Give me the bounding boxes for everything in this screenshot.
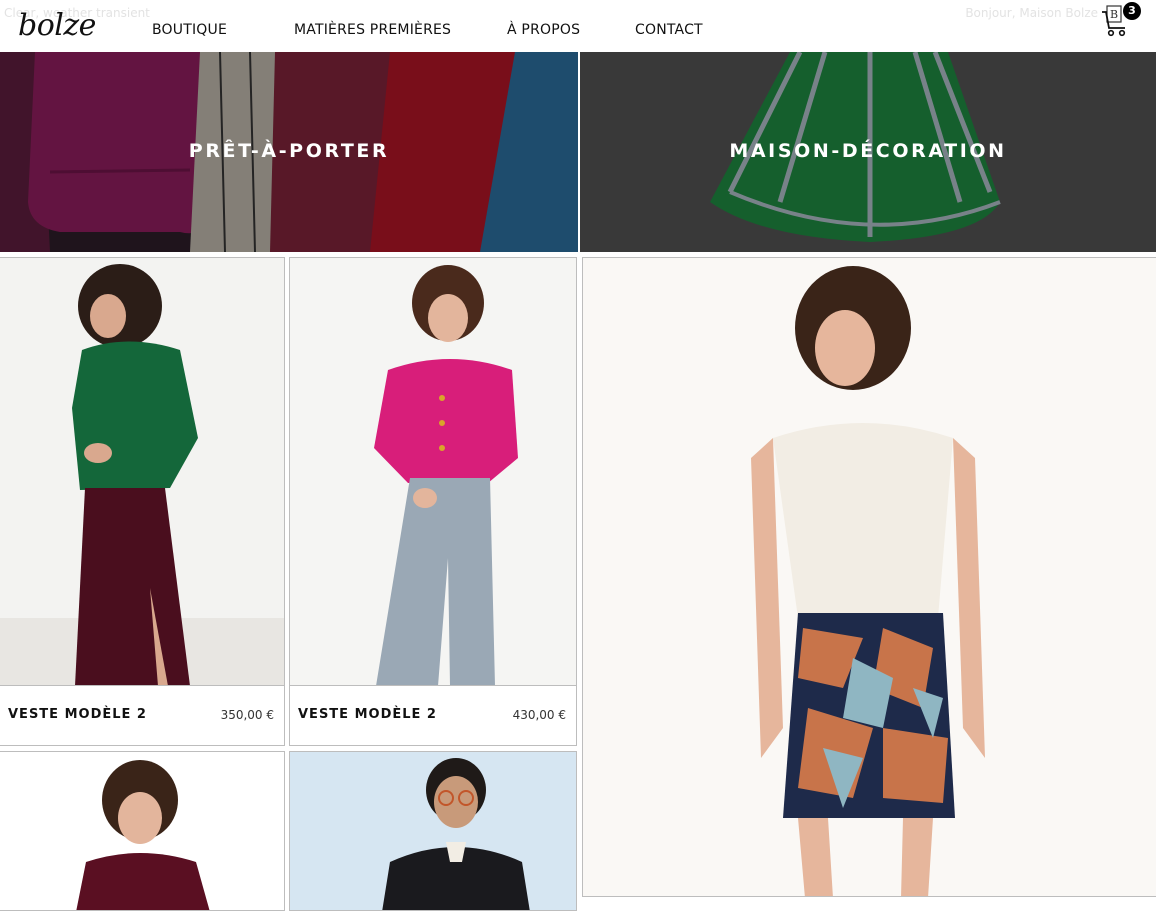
banner-label-maison-decoration: MAISON-DÉCORATION — [729, 140, 1007, 162]
main-nav: BOUTIQUE MATIÈRES PREMIÈRES À PROPOS CON… — [152, 22, 703, 38]
man-dark-jacket-photo — [290, 752, 576, 910]
category-banner-pret-a-porter[interactable]: PRÊT-À-PORTER — [0, 52, 578, 252]
product-price: 350,00 € — [220, 708, 274, 722]
nav-a-propos[interactable]: À PROPOS — [507, 22, 635, 38]
nav-contact[interactable]: CONTACT — [635, 22, 703, 38]
product-image[interactable] — [0, 258, 284, 686]
product-image[interactable] — [290, 752, 576, 910]
ghost-greeting-text: Bonjour, Maison Bolze — [965, 6, 1098, 20]
product-card[interactable]: VESTE MODÈLE 2 430,00 € — [289, 257, 577, 746]
featured-product-card[interactable] — [582, 257, 1156, 897]
product-card[interactable]: VESTE MODÈLE 2 350,00 € — [0, 257, 285, 746]
cart-count-badge: 3 — [1123, 2, 1141, 20]
woman-green-jacket-photo — [0, 264, 284, 686]
product-image[interactable] — [0, 752, 284, 910]
product-name[interactable]: VESTE MODÈLE 2 — [298, 707, 437, 722]
site-header: Clear, weather transient Bonjour, Maison… — [0, 0, 1156, 52]
nav-matieres-premieres[interactable]: MATIÈRES PREMIÈRES — [294, 22, 507, 38]
product-footer: VESTE MODÈLE 2 430,00 € — [290, 685, 576, 745]
category-banner-maison-decoration[interactable]: MAISON-DÉCORATION — [580, 52, 1156, 252]
product-card[interactable] — [289, 751, 577, 911]
cart-button[interactable]: B 3 — [1101, 2, 1141, 40]
nav-boutique[interactable]: BOUTIQUE — [152, 22, 294, 38]
product-name[interactable]: VESTE MODÈLE 2 — [8, 707, 147, 722]
product-footer: VESTE MODÈLE 2 350,00 € — [0, 685, 284, 745]
woman-burgundy-top-photo — [76, 760, 210, 910]
woman-white-top-floral-skirt-photo — [751, 266, 985, 896]
product-card[interactable] — [0, 751, 285, 911]
site-logo[interactable]: bolze — [18, 8, 96, 43]
woman-pink-cardigan-photo — [374, 265, 518, 686]
featured-product-image[interactable] — [583, 258, 1156, 896]
product-price: 430,00 € — [512, 708, 566, 722]
cart-label: B — [1110, 8, 1118, 21]
product-image[interactable] — [290, 258, 576, 686]
banner-label-pret-a-porter: PRÊT-À-PORTER — [188, 140, 390, 162]
